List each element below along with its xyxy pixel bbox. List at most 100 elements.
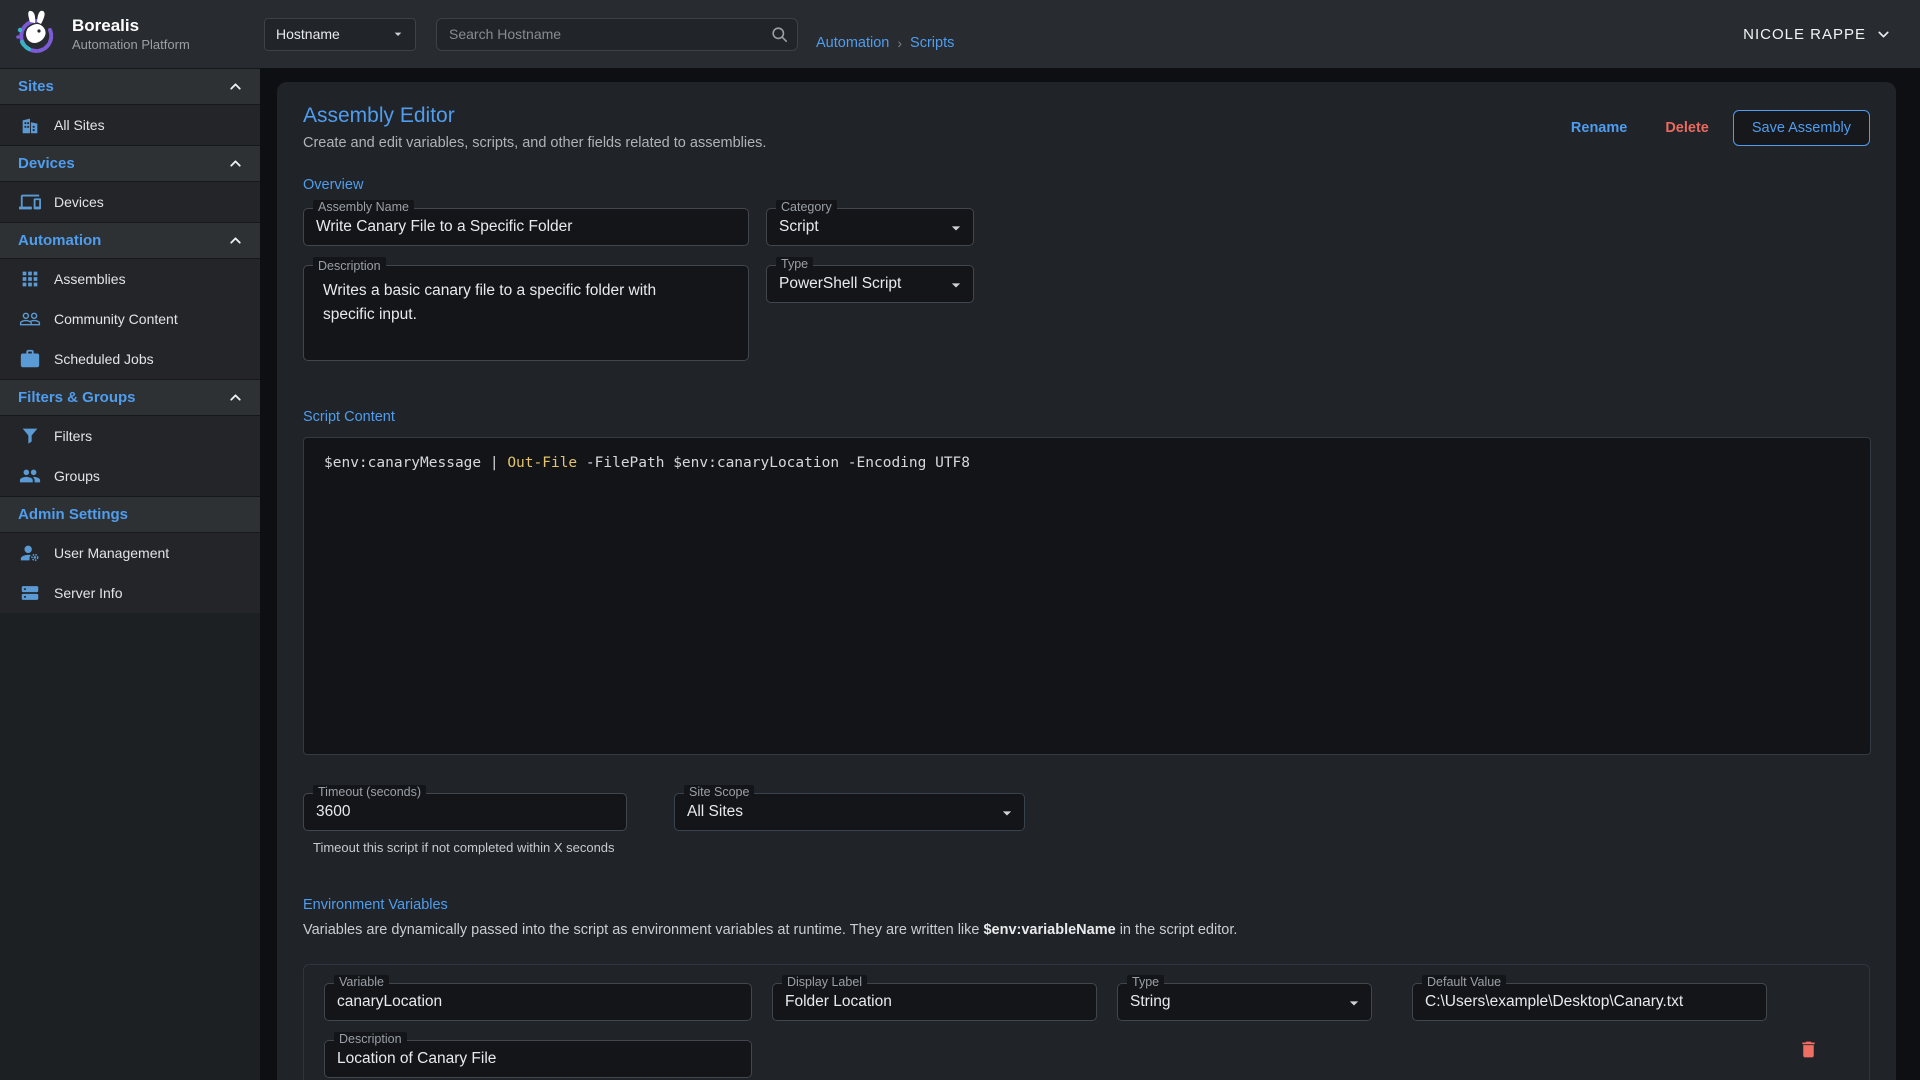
building-icon: [19, 114, 41, 136]
filter-icon: [19, 425, 41, 447]
search-icon: [770, 25, 789, 44]
sidebar-item-label: Assemblies: [54, 271, 126, 287]
assembly-name-label: Assembly Name: [313, 200, 414, 214]
sidebar-item-community-content[interactable]: Community Content: [0, 299, 260, 339]
briefcase-icon: [19, 348, 41, 370]
sidebar-section-sites[interactable]: Sites: [0, 68, 260, 105]
borealis-rabbit-logo: [10, 8, 62, 60]
user-menu[interactable]: NICOLE RAPPE: [1743, 26, 1892, 43]
var-description-label: Description: [334, 1032, 407, 1046]
description-field[interactable]: Description Writes a basic canary file t…: [303, 265, 749, 361]
hostname-select-value: Hostname: [276, 26, 340, 42]
sidebar-section-admin-settings[interactable]: Admin Settings: [0, 496, 260, 533]
save-assembly-button[interactable]: Save Assembly: [1733, 110, 1870, 146]
var-description-field[interactable]: Description Location of Canary File: [324, 1040, 752, 1078]
site-scope-value: All Sites: [687, 803, 743, 821]
header-actions: Rename Delete Save Assembly: [1557, 110, 1870, 146]
sidebar-section-label: Sites: [18, 78, 54, 95]
chevron-up-icon: [227, 389, 244, 406]
brand-header: Borealis Automation Platform: [0, 0, 260, 68]
sidebar: Sites All Sites Devices Devices Automati…: [0, 68, 260, 1080]
sidebar-section-label: Devices: [18, 155, 75, 172]
dropdown-caret-icon: [1344, 993, 1364, 1013]
user-gear-icon: [19, 542, 41, 564]
sidebar-item-label: Devices: [54, 194, 104, 210]
search-input[interactable]: [436, 18, 798, 51]
sidebar-item-label: Groups: [54, 468, 100, 484]
overview-row-2: Description Writes a basic canary file t…: [303, 265, 1870, 361]
hostname-select[interactable]: Hostname: [264, 18, 416, 51]
devices-icon: [19, 191, 41, 213]
category-label: Category: [776, 200, 837, 214]
env-var-row: Variable canaryLocation Display Label Fo…: [303, 964, 1870, 1080]
timeout-label: Timeout (seconds): [313, 785, 426, 799]
chevron-up-icon: [227, 232, 244, 249]
timeout-helper-text: Timeout this script if not completed wit…: [313, 840, 627, 855]
sidebar-item-assemblies[interactable]: Assemblies: [0, 259, 260, 299]
dropdown-caret-icon: [946, 275, 966, 295]
sidebar-section-label: Admin Settings: [18, 506, 128, 523]
env-var-row-1: Variable canaryLocation Display Label Fo…: [324, 983, 1849, 1021]
sidebar-item-all-sites[interactable]: All Sites: [0, 105, 260, 145]
var-type-value: String: [1130, 993, 1171, 1011]
overview-section-label: Overview: [303, 177, 1870, 193]
env-var-syntax-example: $env:variableName: [983, 922, 1115, 938]
sidebar-item-label: Filters: [54, 428, 92, 444]
delete-button[interactable]: Delete: [1651, 112, 1723, 144]
category-value: Script: [779, 218, 819, 236]
sidebar-section-devices[interactable]: Devices: [0, 145, 260, 182]
brand-text: Borealis Automation Platform: [72, 16, 190, 51]
default-value-value: C:\Users\example\Desktop\Canary.txt: [1425, 993, 1683, 1011]
grid-icon: [19, 268, 41, 290]
category-select[interactable]: Category Script: [766, 208, 974, 246]
breadcrumb-scripts[interactable]: Scripts: [910, 35, 954, 51]
panel-header-text: Assembly Editor Create and edit variable…: [303, 104, 766, 151]
sidebar-section-filters-groups[interactable]: Filters & Groups: [0, 379, 260, 416]
sidebar-item-label: User Management: [54, 545, 169, 561]
description-label: Description: [313, 257, 386, 276]
sidebar-item-scheduled-jobs[interactable]: Scheduled Jobs: [0, 339, 260, 379]
timeout-value: 3600: [316, 803, 350, 821]
env-vars-description: Variables are dynamically passed into th…: [303, 922, 1870, 938]
sidebar-item-filters[interactable]: Filters: [0, 416, 260, 456]
variable-field[interactable]: Variable canaryLocation: [324, 983, 752, 1021]
chevron-up-icon: [227, 155, 244, 172]
timeout-field[interactable]: Timeout (seconds) 3600: [303, 793, 627, 831]
sidebar-item-server-info[interactable]: Server Info: [0, 573, 260, 613]
type-label: Type: [776, 257, 813, 271]
hostname-searchbox: [436, 18, 798, 51]
sidebar-item-user-management[interactable]: User Management: [0, 533, 260, 573]
script-code-editor[interactable]: $env:canaryMessage | Out-File -FilePath …: [303, 437, 1871, 755]
breadcrumb-automation[interactable]: Automation: [816, 35, 889, 51]
delete-variable-button[interactable]: [1796, 1037, 1821, 1065]
type-value: PowerShell Script: [779, 275, 901, 293]
dropdown-caret-icon: [946, 218, 966, 238]
assembly-name-field[interactable]: Assembly Name Write Canary File to a Spe…: [303, 208, 749, 246]
display-label-label: Display Label: [782, 975, 867, 989]
site-scope-select[interactable]: Site Scope All Sites: [674, 793, 1025, 831]
trash-icon: [1798, 1039, 1819, 1060]
sidebar-section-automation[interactable]: Automation: [0, 222, 260, 259]
var-description-value: Location of Canary File: [337, 1050, 496, 1068]
sidebar-item-label: Community Content: [54, 311, 178, 327]
overview-row-1: Assembly Name Write Canary File to a Spe…: [303, 208, 1870, 246]
groups-icon: [19, 465, 41, 487]
timeout-row: Timeout (seconds) 3600 Timeout this scri…: [303, 793, 1870, 855]
dropdown-caret-icon: [997, 803, 1017, 823]
default-value-field[interactable]: Default Value C:\Users\example\Desktop\C…: [1412, 983, 1767, 1021]
panel-header: Assembly Editor Create and edit variable…: [303, 104, 1870, 151]
assembly-name-value: Write Canary File to a Specific Folder: [316, 218, 572, 236]
sidebar-section-label: Automation: [18, 232, 101, 249]
user-name: NICOLE RAPPE: [1743, 26, 1866, 43]
rename-button[interactable]: Rename: [1557, 112, 1641, 144]
variable-label: Variable: [334, 975, 389, 989]
sidebar-section-label: Filters & Groups: [18, 389, 136, 406]
sidebar-item-devices[interactable]: Devices: [0, 182, 260, 222]
display-label-field[interactable]: Display Label Folder Location: [772, 983, 1097, 1021]
assembly-editor-panel: Assembly Editor Create and edit variable…: [277, 82, 1896, 1080]
sidebar-item-groups[interactable]: Groups: [0, 456, 260, 496]
type-select[interactable]: Type PowerShell Script: [766, 265, 974, 303]
var-type-select[interactable]: Type String: [1117, 983, 1372, 1021]
server-icon: [19, 582, 41, 604]
brand-name: Borealis: [72, 16, 190, 36]
